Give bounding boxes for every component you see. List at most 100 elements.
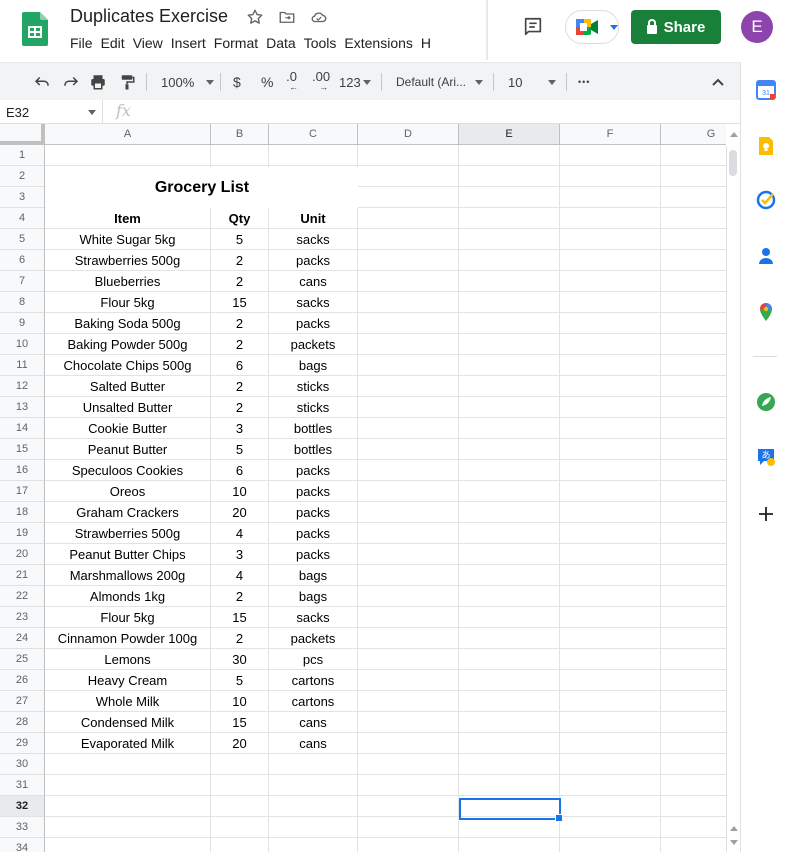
row-header[interactable]: 3 [0, 187, 45, 208]
item-cell[interactable]: Cookie Butter [45, 418, 210, 439]
move-folder-icon[interactable] [278, 8, 296, 26]
row-header[interactable]: 10 [0, 334, 45, 355]
meet-button[interactable] [565, 10, 619, 44]
sheets-logo-icon[interactable] [22, 12, 48, 46]
menu-insert[interactable]: Insert [171, 35, 213, 51]
unit-cell[interactable]: bags [269, 355, 357, 376]
unit-cell[interactable]: pcs [269, 649, 357, 670]
row-header[interactable]: 15 [0, 439, 45, 460]
item-cell[interactable]: Marshmallows 200g [45, 565, 210, 586]
table-header-cell[interactable]: Qty [211, 208, 268, 229]
row-header[interactable]: 9 [0, 313, 45, 334]
item-cell[interactable]: Evaporated Milk [45, 733, 210, 754]
item-cell[interactable]: Blueberries [45, 271, 210, 292]
row-header[interactable]: 13 [0, 397, 45, 418]
item-cell[interactable]: Strawberries 500g [45, 250, 210, 271]
tasks-icon[interactable] [756, 190, 776, 210]
row-header[interactable]: 18 [0, 502, 45, 523]
qty-cell[interactable]: 3 [211, 544, 268, 565]
row-header[interactable]: 21 [0, 565, 45, 586]
qty-cell[interactable]: 2 [211, 334, 268, 355]
spreadsheet-grid[interactable]: A B C D E F G 1 2 3 4 5 6 7 8 9 10 11 12 13 14 15 16 17 18 19 20 21… [0, 124, 726, 852]
formula-input[interactable] [150, 100, 730, 124]
scrollbar-thumb[interactable] [729, 150, 737, 176]
unit-cell[interactable]: sticks [269, 376, 357, 397]
table-title-cell[interactable]: Grocery List [46, 167, 358, 208]
qty-cell[interactable]: 15 [211, 607, 268, 628]
collapse-menus-icon[interactable] [711, 75, 725, 89]
row-header[interactable]: 16 [0, 460, 45, 481]
qty-cell[interactable]: 6 [211, 355, 268, 376]
row-header[interactable]: 27 [0, 691, 45, 712]
row-header[interactable]: 31 [0, 775, 45, 796]
item-cell[interactable]: Heavy Cream [45, 670, 210, 691]
column-header-c[interactable]: C [269, 124, 358, 145]
qty-cell[interactable]: 10 [211, 691, 268, 712]
item-cell[interactable]: Salted Butter [45, 376, 210, 397]
qty-cell[interactable]: 2 [211, 313, 268, 334]
scroll-up-icon[interactable] [730, 132, 738, 137]
row-header[interactable]: 34 [0, 838, 45, 852]
row-header[interactable]: 7 [0, 271, 45, 292]
scroll-up-icon[interactable] [730, 826, 738, 831]
item-cell[interactable]: Unsalted Butter [45, 397, 210, 418]
row-header[interactable]: 20 [0, 544, 45, 565]
row-header[interactable]: 5 [0, 229, 45, 250]
row-header[interactable]: 8 [0, 292, 45, 313]
contacts-icon[interactable] [756, 246, 776, 266]
item-cell[interactable]: Chocolate Chips 500g [45, 355, 210, 376]
qty-cell[interactable]: 2 [211, 250, 268, 271]
table-header-cell[interactable]: Item [45, 208, 210, 229]
row-header[interactable]: 26 [0, 670, 45, 691]
unit-cell[interactable]: bottles [269, 439, 357, 460]
row-header[interactable]: 24 [0, 628, 45, 649]
column-header-f[interactable]: F [560, 124, 661, 145]
number-format-select[interactable]: 123 [339, 63, 371, 101]
unit-cell[interactable]: packets [269, 334, 357, 355]
font-size-select[interactable]: 10 [508, 63, 557, 101]
row-header[interactable]: 1 [0, 145, 45, 166]
unit-cell[interactable]: cans [269, 712, 357, 733]
unit-cell[interactable]: sacks [269, 607, 357, 628]
item-cell[interactable]: Baking Soda 500g [45, 313, 210, 334]
item-cell[interactable]: Whole Milk [45, 691, 210, 712]
currency-button[interactable]: $ [233, 63, 241, 101]
add-addon-icon[interactable] [756, 504, 776, 524]
menu-help[interactable]: H [421, 35, 438, 51]
decrease-decimal-button[interactable]: .0 ← [285, 63, 298, 101]
table-header-cell[interactable]: Unit [269, 208, 357, 229]
qty-cell[interactable]: 2 [211, 376, 268, 397]
row-header[interactable]: 4 [0, 208, 45, 229]
select-all-corner[interactable] [0, 124, 45, 145]
row-header[interactable]: 30 [0, 754, 45, 775]
item-cell[interactable]: Flour 5kg [45, 292, 210, 313]
qty-cell[interactable]: 10 [211, 481, 268, 502]
unit-cell[interactable]: sticks [269, 397, 357, 418]
row-header[interactable]: 17 [0, 481, 45, 502]
document-title[interactable]: Duplicates Exercise [70, 6, 228, 27]
undo-icon[interactable] [32, 73, 52, 91]
row-header[interactable]: 6 [0, 250, 45, 271]
qty-cell[interactable]: 5 [211, 670, 268, 691]
menu-file[interactable]: File [70, 35, 100, 51]
item-cell[interactable]: Graham Crackers [45, 502, 210, 523]
account-avatar[interactable]: E [741, 11, 773, 43]
item-cell[interactable]: Almonds 1kg [45, 586, 210, 607]
menu-view[interactable]: View [133, 35, 170, 51]
font-select[interactable]: Default (Ari... [396, 63, 484, 101]
item-cell[interactable]: White Sugar 5kg [45, 229, 210, 250]
item-cell[interactable]: Strawberries 500g [45, 523, 210, 544]
row-header[interactable]: 29 [0, 733, 45, 754]
unit-cell[interactable]: cans [269, 271, 357, 292]
unit-cell[interactable]: packs [269, 481, 357, 502]
unit-cell[interactable]: packs [269, 523, 357, 544]
row-header[interactable]: 32 [0, 796, 45, 817]
column-header-a[interactable]: A [45, 124, 211, 145]
unit-cell[interactable]: sacks [269, 292, 357, 313]
unit-cell[interactable]: bottles [269, 418, 357, 439]
unit-cell[interactable]: packs [269, 250, 357, 271]
row-header[interactable]: 19 [0, 523, 45, 544]
qty-cell[interactable]: 2 [211, 397, 268, 418]
share-button[interactable]: Share [631, 10, 721, 44]
increase-decimal-button[interactable]: .00 → [312, 63, 330, 101]
